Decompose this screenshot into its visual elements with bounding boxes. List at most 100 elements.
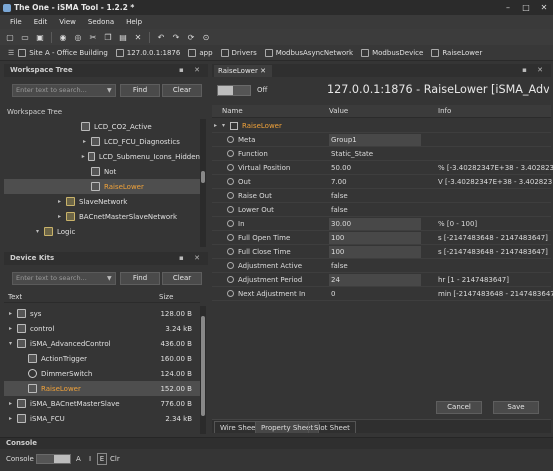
tab-slot-sheet[interactable]: Slot Sheet [308,421,356,433]
disconnect-icon[interactable]: ◎ [72,31,84,43]
expand-icon[interactable]: ▸ [81,153,85,160]
workspace-find-button[interactable]: Find [120,84,160,97]
property-row[interactable]: Function Static_State [212,147,551,161]
property-row[interactable]: Next Adjustment In 0 min [-2147483648 - 21… [212,287,553,301]
breadcrumb-network[interactable]: ModbusAsyncNetwork [264,48,353,57]
tree-item[interactable]: ▸ LCD_FCU_Diagnostics [4,134,200,149]
breadcrumb-drivers[interactable]: Drivers [220,48,257,57]
property-value[interactable]: 24 [329,274,421,286]
column-text[interactable]: Text [8,293,22,301]
property-row[interactable]: Full Open Time 100 s [-2147483648 - 214748… [212,231,551,245]
chevron-down-icon[interactable]: ▼ [107,87,112,94]
maximize-icon[interactable]: □ [517,0,535,15]
paste-icon[interactable]: ▤ [117,31,129,43]
pin-icon[interactable]: ⊙ [200,31,212,43]
tree-item[interactable]: ▾ Logic [4,224,200,239]
collapse-icon[interactable]: ▾ [34,228,41,235]
breadcrumb-app[interactable]: app [188,48,213,57]
kit-row[interactable]: ▸ control 3.24 kB [4,321,200,336]
property-row[interactable]: Meta Group1 [212,133,551,147]
column-info[interactable]: Info [438,107,451,115]
tree-item[interactable]: LCD_CO2_Active [4,119,200,134]
kit-row[interactable]: ▸ sys 128.00 B [4,306,200,321]
close-icon[interactable]: ✕ [260,67,266,75]
copy-icon[interactable]: ❐ [102,31,114,43]
console-filter-a[interactable]: A [76,455,81,463]
kits-find-button[interactable]: Find [120,272,160,285]
breadcrumb-site[interactable]: Site A - Office Building [18,48,108,57]
workspace-clear-button[interactable]: Clear [162,84,202,97]
tree-item-selected[interactable]: RaiseLower [4,179,200,194]
panel-controls-icon[interactable]: ▪ ✕ [179,64,204,77]
tree-item[interactable]: ▸ LCD_Submenu_Icons_Hidden [4,149,200,164]
cancel-button[interactable]: Cancel [436,401,482,414]
expand-icon[interactable]: ▸ [7,400,14,407]
menu-sedona[interactable]: Sedona [88,18,114,26]
menu-edit[interactable]: Edit [34,18,48,26]
property-value[interactable]: 100 [329,246,421,258]
menu-view[interactable]: View [59,18,76,26]
console-clear-button[interactable]: Clr [110,455,120,463]
connect-icon[interactable]: ◉ [57,31,69,43]
kits-search-input[interactable]: Enter text to search... [12,272,116,285]
kit-row[interactable]: ▸ iSMA_FCU 2.34 kB [4,411,200,426]
property-value[interactable]: 30.00 [329,218,421,230]
tree-item[interactable]: Not [4,164,200,179]
close-icon[interactable]: ✕ [535,0,553,15]
minimize-icon[interactable]: – [499,0,517,15]
breadcrumb-device[interactable]: 127.0.0.1:1876 [115,48,180,57]
column-size[interactable]: Size [159,293,173,301]
column-name[interactable]: Name [222,107,243,115]
expand-icon[interactable]: ▸ [7,415,14,422]
expand-icon[interactable]: ▸ [214,119,217,133]
kit-row[interactable]: ▸ iSMA_BACnetMasterSlave 776.00 B [4,396,200,411]
property-row[interactable]: Out 7.00 V [-3.40282347E+38 - 3.402823 [212,175,552,189]
delete-icon[interactable]: ✕ [132,31,144,43]
property-row[interactable]: Raise Out false [212,189,551,203]
tree-item[interactable]: ▸ SlaveNetwork [4,194,200,209]
chevron-down-icon[interactable]: ▼ [107,275,112,282]
property-row[interactable]: Virtual Position 50.00 % [-3.40282347E+38 … [212,161,553,175]
kit-row[interactable]: ▾ iSMA_AdvancedControl 436.00 B [4,336,200,351]
workspace-scrollbar[interactable] [200,119,206,247]
open-folder-icon[interactable]: ▭ [19,31,31,43]
property-row[interactable]: Lower Out false [212,203,551,217]
tab-raiselower[interactable]: RaiseLower ✕ [214,65,272,77]
expand-icon[interactable]: ▸ [7,310,14,317]
kits-scrollbar[interactable] [200,306,206,434]
kit-row[interactable]: DimmerSwitch 124.00 B [4,366,200,381]
expand-icon[interactable]: ▸ [56,213,63,220]
redo-icon[interactable]: ↷ [170,31,182,43]
tree-item[interactable]: ▸ BACnetMasterSlaveNetwork [4,209,200,224]
enable-toggle[interactable] [217,85,251,96]
property-root-row[interactable]: ▸ ▾ RaiseLower [212,119,551,133]
collapse-icon[interactable]: ▾ [7,340,14,347]
property-row[interactable]: Adjustment Period 24 hr [1 - 2147483647] [212,273,551,287]
kit-row-selected[interactable]: RaiseLower 152.00 B [4,381,200,396]
collapse-icon[interactable]: ▾ [222,119,225,133]
console-filter-i[interactable]: I [89,455,91,463]
sidebar-toggle-icon[interactable]: ☰ [8,49,14,57]
menu-file[interactable]: File [10,18,22,26]
property-row[interactable]: In 30.00 % [0 - 100] [212,217,551,231]
property-value[interactable]: 100 [329,232,421,244]
kit-row[interactable]: ActionTrigger 160.00 B [4,351,200,366]
menu-help[interactable]: Help [126,18,142,26]
cut-icon[interactable]: ✂ [87,31,99,43]
property-row[interactable]: Adjustment Active false [212,259,551,273]
column-value[interactable]: Value [329,107,348,115]
breadcrumb-raiselower[interactable]: RaiseLower [431,48,482,57]
expand-icon[interactable]: ▸ [81,138,88,145]
undo-icon[interactable]: ↶ [155,31,167,43]
property-value[interactable]: Group1 [329,134,421,146]
panel-controls-icon[interactable]: ▪ ✕ [522,64,547,77]
property-row[interactable]: Full Close Time 100 s [-2147483648 - 21474… [212,245,551,259]
console-toggle[interactable] [36,454,71,464]
expand-icon[interactable]: ▸ [56,198,63,205]
expand-icon[interactable]: ▸ [7,325,14,332]
kits-clear-button[interactable]: Clear [162,272,202,285]
save-button[interactable]: Save [493,401,539,414]
refresh-icon[interactable]: ⟳ [185,31,197,43]
workspace-search-input[interactable]: Enter text to search... [12,84,116,97]
panel-controls-icon[interactable]: ▪ ✕ [179,252,204,265]
